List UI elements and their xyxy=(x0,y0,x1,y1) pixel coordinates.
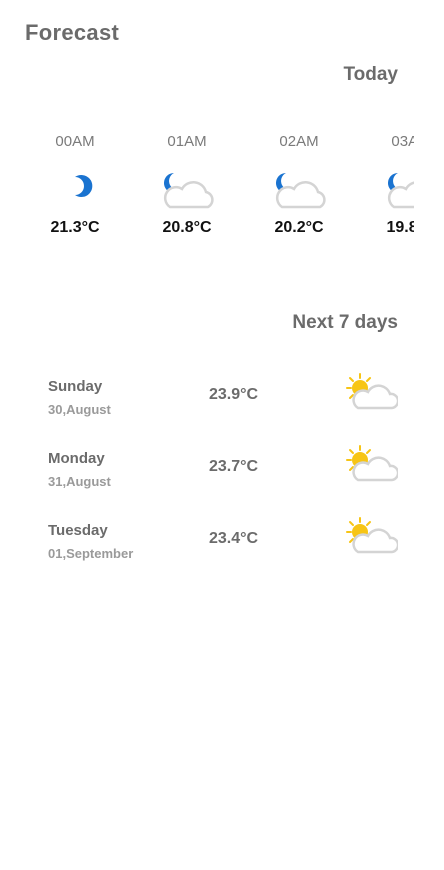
hourly-item: 03AM 19.8°C xyxy=(356,130,414,237)
moon-cloud-icon xyxy=(387,173,414,209)
day-temp: 23.4°C xyxy=(209,530,259,547)
moon-cloud-icon xyxy=(163,173,214,209)
daily-item[interactable]: Monday 31,August 23.7°C xyxy=(48,444,398,504)
moon-cloud-icon xyxy=(275,173,326,209)
hour-temp: 20.8°C xyxy=(162,219,212,236)
day-name: Tuesday xyxy=(48,522,108,539)
hourly-forecast-strip[interactable]: 00AM 21.3°C 01AM 20.8°C 02AM 20.2°C 03A … xyxy=(20,130,414,270)
sun-cloud-icon xyxy=(346,373,398,410)
day-date: 01,September xyxy=(48,546,134,561)
sun-cloud-icon xyxy=(346,517,398,554)
hour-time: 03AM xyxy=(391,133,414,150)
page-title: Forecast xyxy=(25,20,120,45)
day-temp: 23.9°C xyxy=(209,386,259,403)
daily-item[interactable]: Sunday 30,August 23.9°C xyxy=(48,372,398,432)
today-label: Today xyxy=(343,64,398,85)
hour-time: 00AM xyxy=(55,133,95,150)
next-7-days-label: Next 7 days xyxy=(292,312,398,333)
sun-cloud-icon xyxy=(346,445,398,482)
day-date: 31,August xyxy=(48,474,111,489)
hourly-item: 02AM 20.2°C xyxy=(244,130,354,237)
daily-item[interactable]: Tuesday 01,September 23.4°C xyxy=(48,516,398,576)
hour-temp: 20.2°C xyxy=(274,219,324,236)
hourly-item: 00AM 21.3°C xyxy=(20,130,130,237)
day-date: 30,August xyxy=(48,402,111,417)
hour-temp: 19.8°C xyxy=(386,219,414,236)
day-name: Sunday xyxy=(48,378,103,395)
moon-icon xyxy=(75,175,93,197)
hour-time: 02AM xyxy=(279,133,319,150)
hourly-item: 01AM 20.8°C xyxy=(132,130,242,237)
hour-time: 01AM xyxy=(167,133,207,150)
day-name: Monday xyxy=(48,450,105,467)
day-temp: 23.7°C xyxy=(209,458,259,475)
hour-temp: 21.3°C xyxy=(50,219,100,236)
